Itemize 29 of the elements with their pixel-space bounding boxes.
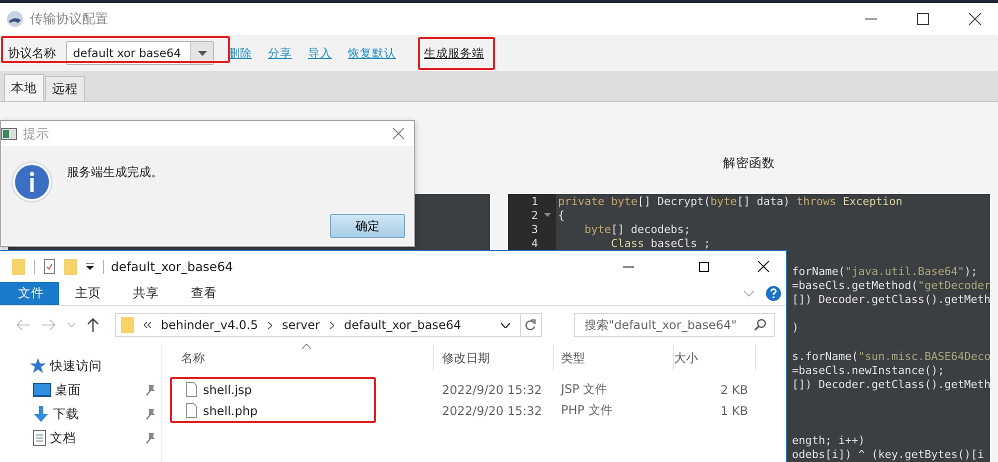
code-line: byte[] decodebs; xyxy=(583,222,690,236)
code-line: s.forName("sun.misc.BASE64Deco xyxy=(792,350,990,363)
line-number: 1 xyxy=(530,194,538,208)
code-line: =baseCls.newInstance(); xyxy=(792,364,944,377)
code-line: odebs[i]) ^ (key.getBytes()[i xyxy=(792,448,984,462)
code-line: forName("java.util.Base64"); xyxy=(792,265,978,278)
table-cell-text: JSP 文件 xyxy=(559,381,608,398)
code-line: []) Decoder.getClass().getMeth xyxy=(792,293,990,306)
window-title: 传输协议配置 xyxy=(30,11,108,28)
code-line: []) Decoder.getClass().getMeth xyxy=(792,378,990,391)
line-number: 3 xyxy=(530,222,538,236)
protocol-label: 协议名称 xyxy=(8,44,56,62)
code-line: { xyxy=(558,208,565,222)
line-number: 2 xyxy=(530,208,538,222)
editor-label: 解密函数 xyxy=(723,154,775,172)
window-title: default_xor_base64 xyxy=(111,259,233,274)
code-line: Class baseCls ; xyxy=(610,236,710,250)
dialog-title: 提示 xyxy=(23,126,49,142)
table-cell-text: 2022/9/20 15:32 xyxy=(441,382,543,396)
code-line: ) xyxy=(792,321,799,334)
line-number: 4 xyxy=(530,236,538,250)
code-line: private byte[] Decrypt(byte[] data) throws Exception xyxy=(558,194,902,208)
table-cell-text: PHP 文件 xyxy=(560,402,614,419)
code-line: ength; i++) xyxy=(792,434,865,448)
code-line: =baseCls.getMethod("getDecoder xyxy=(792,279,990,292)
dialog-message: 服务端生成完成。 xyxy=(67,164,163,181)
table-cell-text: 2 KB xyxy=(719,382,749,396)
table-cell-text: 2022/9/20 15:32 xyxy=(441,404,543,418)
table-cell-text: 1 KB xyxy=(719,404,749,418)
